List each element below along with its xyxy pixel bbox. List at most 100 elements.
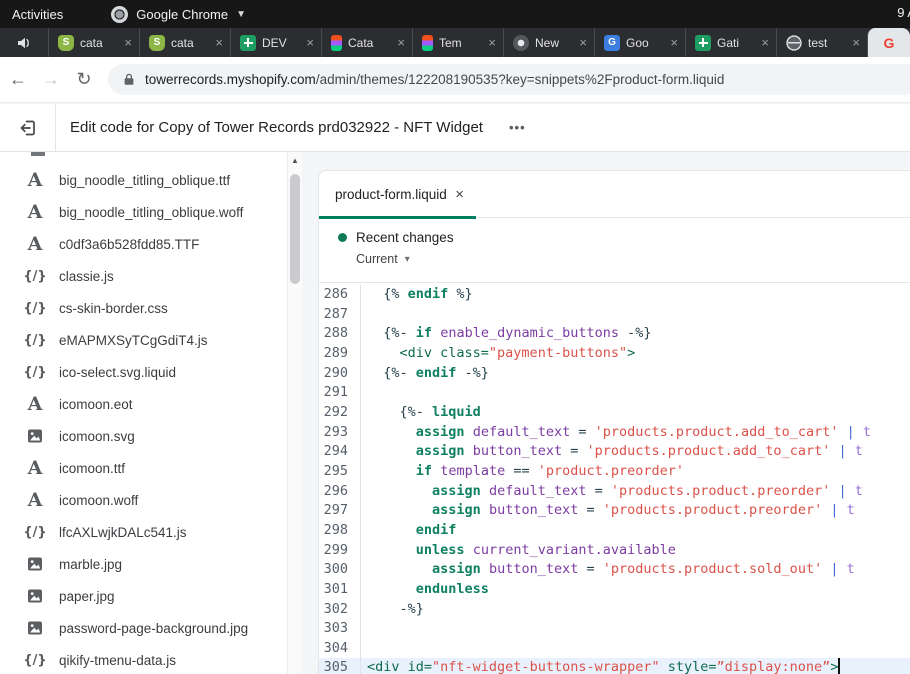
status-dot-icon [338, 233, 347, 242]
version-dropdown[interactable]: Current ▾ [356, 252, 910, 266]
main-content: Abig_noodle_titling_oblique.ttfAbig_nood… [0, 152, 910, 674]
code-line[interactable]: 299 unless current_variant.available [319, 541, 910, 561]
file-item[interactable]: Ac0df3a6b528fdd85.TTF [0, 228, 287, 260]
code-area[interactable]: 286 {% endif %}287288 {%- if enable_dyna… [319, 283, 910, 674]
code-text: -%} [361, 600, 424, 620]
app-menu[interactable]: Google Chrome ▼ [111, 6, 246, 23]
browser-tab[interactable]: DEV× [230, 28, 321, 57]
file-item[interactable]: {/}eMAPMXSyTCgGdiT4.js [0, 324, 287, 356]
file-item[interactable]: {/}cs-skin-border.css [0, 292, 287, 324]
file-item[interactable]: Aicomoon.eot [0, 388, 287, 420]
code-line[interactable]: 296 assign default_text = 'products.prod… [319, 482, 910, 502]
file-item[interactable]: Abig_noodle_titling_oblique.ttf [0, 164, 287, 196]
tab-audio-indicator[interactable] [0, 28, 48, 57]
file-item[interactable]: Abig_noodle_titling_oblique.woff [0, 196, 287, 228]
tab-close-icon[interactable]: × [215, 36, 223, 49]
code-text: if template == 'product.preorder' [361, 462, 684, 482]
code-line[interactable]: 305<div id="nft-widget-buttons-wrapper" … [319, 658, 910, 674]
tab-close-icon[interactable]: × [852, 36, 860, 49]
browser-tab[interactable]: G [867, 28, 910, 57]
editor-tab-product-form[interactable]: product-form.liquid × [319, 171, 476, 218]
back-button[interactable]: ← [3, 69, 33, 90]
code-line[interactable]: 294 assign button_text = 'products.produ… [319, 442, 910, 462]
code-file-icon: {/} [24, 301, 46, 316]
browser-tab[interactable]: Scata× [48, 28, 139, 57]
code-line[interactable]: 297 assign button_text = 'products.produ… [319, 501, 910, 521]
tab-close-icon[interactable]: × [761, 36, 769, 49]
version-label: Current [356, 252, 398, 266]
font-file-icon: A [24, 233, 46, 255]
code-text: {%- endif -%} [361, 364, 489, 384]
file-name: classie.js [59, 269, 114, 284]
file-item[interactable]: {/} classie.js [0, 260, 287, 292]
chevron-down-icon: ▾ [405, 254, 410, 265]
code-line[interactable]: 300 assign button_text = 'products.produ… [319, 560, 910, 580]
code-line[interactable]: 286 {% endif %} [319, 285, 910, 305]
code-line[interactable]: 287 [319, 305, 910, 325]
sidebar-scrollbar[interactable]: ▲ [287, 152, 302, 674]
font-file-icon: A [24, 393, 46, 415]
url-text: towerrecords.myshopify.com/admin/themes/… [145, 72, 724, 87]
tab-close-icon[interactable]: × [488, 36, 496, 49]
file-item[interactable]: {/}ico-select.svg.liquid [0, 356, 287, 388]
chevron-down-icon: ▼ [236, 9, 246, 20]
clock[interactable]: 9 A [897, 5, 910, 20]
translate-icon: G [604, 35, 620, 51]
file-item[interactable]: paper.jpg [0, 580, 287, 612]
scroll-up-icon[interactable]: ▲ [288, 156, 302, 165]
file-name: big_noodle_titling_oblique.woff [59, 205, 243, 220]
code-line[interactable]: 290 {%- endif -%} [319, 364, 910, 384]
recent-changes-bar: Recent changes Current ▾ [319, 218, 910, 283]
code-line[interactable]: 301 endunless [319, 580, 910, 600]
tab-close-icon[interactable]: × [306, 36, 314, 49]
code-line[interactable]: 295 if template == 'product.preorder' [319, 462, 910, 482]
code-text: endif [361, 521, 456, 541]
browser-tab[interactable]: Gati× [685, 28, 776, 57]
tab-close-icon[interactable]: × [124, 36, 132, 49]
font-file-icon: A [24, 457, 46, 479]
browser-tab[interactable]: Scata× [139, 28, 230, 57]
scrollbar-thumb[interactable] [290, 174, 300, 284]
system-top-bar: Activities Google Chrome ▼ 9 A [0, 0, 910, 28]
code-line[interactable]: 288 {%- if enable_dynamic_buttons -%} [319, 324, 910, 344]
more-actions-button[interactable]: ••• [509, 120, 526, 135]
browser-tab[interactable]: GGoo× [594, 28, 685, 57]
code-editor-panel: product-form.liquid × Recent changes Cur… [318, 170, 910, 674]
code-text: assign button_text = 'products.product.p… [361, 501, 855, 521]
code-line[interactable]: 293 assign default_text = 'products.prod… [319, 423, 910, 443]
tab-title: Tem [439, 36, 482, 50]
activities-button[interactable]: Activities [12, 7, 63, 22]
code-line[interactable]: 289 <div class="payment-buttons"> [319, 344, 910, 364]
file-item[interactable]: marble.jpg [0, 548, 287, 580]
tab-close-icon[interactable]: × [579, 36, 587, 49]
tab-close-icon[interactable]: × [670, 36, 678, 49]
file-item[interactable]: {/}lfcAXLwjkDALc541.js [0, 516, 287, 548]
tab-close-icon[interactable]: × [397, 36, 405, 49]
code-line[interactable]: 298 endif [319, 521, 910, 541]
file-item[interactable]: password-page-background.jpg [0, 612, 287, 644]
close-icon[interactable]: × [455, 186, 464, 203]
file-item[interactable]: icomoon.svg [0, 420, 287, 452]
exit-code-editor-button[interactable] [0, 104, 56, 151]
code-line[interactable]: 302 -%} [319, 600, 910, 620]
address-bar[interactable]: towerrecords.myshopify.com/admin/themes/… [108, 64, 910, 95]
code-line[interactable]: 304 [319, 639, 910, 659]
browser-tab[interactable]: test × [776, 28, 867, 57]
image-file-icon [24, 588, 46, 604]
font-file-icon: A [24, 201, 46, 223]
browser-tab[interactable]: New× [503, 28, 594, 57]
line-number: 305 [319, 658, 361, 674]
file-item[interactable]: {/}qikify-tmenu-data.js [0, 644, 287, 674]
code-line[interactable]: 292 {%- liquid [319, 403, 910, 423]
code-line[interactable]: 303 [319, 619, 910, 639]
browser-tab[interactable]: Tem × [412, 28, 503, 57]
reload-button[interactable]: ↻ [69, 69, 99, 90]
forward-button[interactable]: → [36, 69, 66, 90]
line-number: 289 [319, 344, 361, 364]
file-item[interactable]: Aicomoon.woff [0, 484, 287, 516]
file-item[interactable]: Aicomoon.ttf [0, 452, 287, 484]
code-line[interactable]: 291 [319, 383, 910, 403]
browser-tab[interactable]: Cata× [321, 28, 412, 57]
tab-title: test [808, 36, 846, 50]
code-file-icon: {/} [24, 269, 46, 284]
